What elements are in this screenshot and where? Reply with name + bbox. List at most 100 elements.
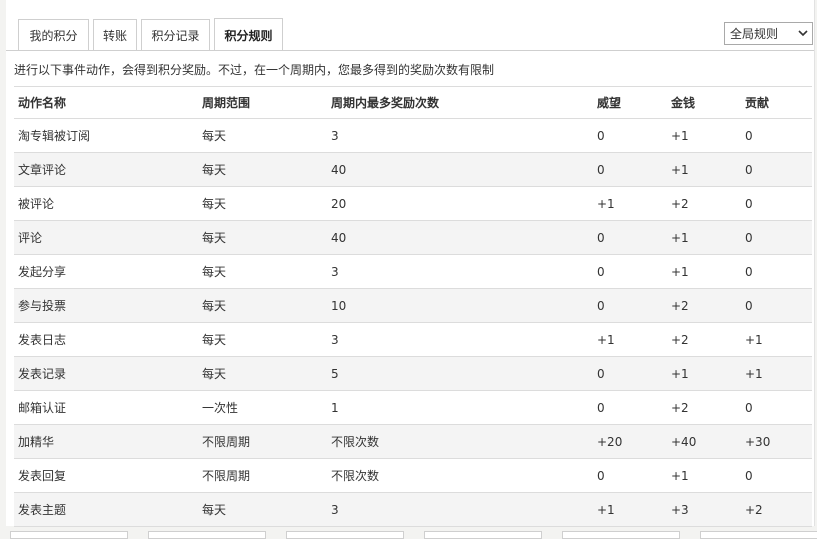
cell-money: +2 [667, 288, 741, 323]
cell-contribution: 0 [741, 152, 812, 187]
cell-cycle: 每天 [198, 322, 327, 357]
tab-divider [6, 50, 814, 51]
cell-cycle: 每天 [198, 118, 327, 153]
header-money: 金钱 [667, 86, 741, 119]
footer-button[interactable] [10, 531, 128, 539]
cell-money: +2 [667, 390, 741, 425]
cell-contribution: 0 [741, 288, 812, 323]
cell-money: +1 [667, 356, 741, 391]
cell-contribution: +1 [741, 322, 812, 357]
footer-button[interactable] [700, 531, 817, 539]
cell-cycle: 每天 [198, 288, 327, 323]
cell-max-rewards: 1 [327, 390, 593, 425]
header-max-rewards: 周期内最多奖励次数 [327, 86, 593, 119]
cell-money: +40 [667, 424, 741, 459]
cell-cycle: 不限周期 [198, 424, 327, 459]
cell-max-rewards: 5 [327, 356, 593, 391]
header-contribution: 贡献 [741, 86, 812, 119]
cell-max-rewards: 不限次数 [327, 424, 593, 459]
table-row: 发表主题 每天 3 +1 +3 +2 [14, 492, 812, 527]
cell-action-name: 发表主题 [14, 492, 198, 527]
header-prestige: 威望 [593, 86, 667, 119]
cell-money: +1 [667, 152, 741, 187]
cell-prestige: 0 [593, 220, 667, 255]
table-row: 发起分享 每天 3 0 +1 0 [14, 254, 812, 289]
cell-money: +3 [667, 492, 741, 527]
cell-cycle: 每天 [198, 356, 327, 391]
rules-intro-text: 进行以下事件动作，会得到积分奖励。不过，在一个周期内，您最多得到的奖励次数有限制 [14, 63, 495, 77]
cell-prestige: 0 [593, 288, 667, 323]
cell-money: +2 [667, 322, 741, 357]
cell-cycle: 每天 [198, 220, 327, 255]
chevron-down-icon [798, 30, 808, 37]
cell-money: +1 [667, 118, 741, 153]
tab-points-rules[interactable]: 积分规则 [214, 18, 283, 51]
table-row: 被评论 每天 20 +1 +2 0 [14, 186, 812, 221]
header-action-name: 动作名称 [14, 86, 198, 119]
cell-contribution: +30 [741, 424, 812, 459]
cell-prestige: +1 [593, 322, 667, 357]
cell-max-rewards: 3 [327, 254, 593, 289]
footer-button[interactable] [148, 531, 266, 539]
table-row: 淘专辑被订阅 每天 3 0 +1 0 [14, 118, 812, 153]
table-row: 邮箱认证 一次性 1 0 +2 0 [14, 390, 812, 425]
tab-points-log[interactable]: 积分记录 [141, 19, 210, 50]
table-row: 评论 每天 40 0 +1 0 [14, 220, 812, 255]
cell-action-name: 参与投票 [14, 288, 198, 323]
cell-cycle: 每天 [198, 152, 327, 187]
cell-contribution: 0 [741, 458, 812, 493]
cell-max-rewards: 3 [327, 118, 593, 153]
cell-money: +1 [667, 254, 741, 289]
cell-money: +1 [667, 458, 741, 493]
tab-label: 积分规则 [224, 28, 273, 43]
cell-contribution: +2 [741, 492, 812, 527]
cell-money: +2 [667, 186, 741, 221]
tab-label: 我的积分 [29, 28, 78, 43]
cell-max-rewards: 10 [327, 288, 593, 323]
cell-prestige: 0 [593, 356, 667, 391]
cell-contribution: 0 [741, 186, 812, 221]
cell-action-name: 被评论 [14, 186, 198, 221]
cell-max-rewards: 3 [327, 322, 593, 357]
cell-prestige: 0 [593, 254, 667, 289]
table-row: 加精华 不限周期 不限次数 +20 +40 +30 [14, 424, 812, 459]
cell-contribution: 0 [741, 220, 812, 255]
table-row: 参与投票 每天 10 0 +2 0 [14, 288, 812, 323]
cell-action-name: 淘专辑被订阅 [14, 118, 198, 153]
table-header-row: 动作名称 周期范围 周期内最多奖励次数 威望 金钱 贡献 [14, 86, 812, 119]
footer-button[interactable] [424, 531, 542, 539]
cell-action-name: 文章评论 [14, 152, 198, 187]
points-rules-table: 动作名称 周期范围 周期内最多奖励次数 威望 金钱 贡献 淘专辑被订阅 每天 3 0 +… [14, 86, 812, 527]
cell-prestige: 0 [593, 458, 667, 493]
rule-scope-select[interactable]: 全局规则 [724, 22, 813, 45]
cell-prestige: 0 [593, 152, 667, 187]
cell-money: +1 [667, 220, 741, 255]
cell-prestige: +1 [593, 492, 667, 527]
cell-max-rewards: 20 [327, 186, 593, 221]
cell-cycle: 每天 [198, 254, 327, 289]
footer-button[interactable] [286, 531, 404, 539]
cell-contribution: 0 [741, 254, 812, 289]
cell-action-name: 发起分享 [14, 254, 198, 289]
cell-action-name: 邮箱认证 [14, 390, 198, 425]
table-row: 发表日志 每天 3 +1 +2 +1 [14, 322, 812, 357]
cell-cycle: 不限周期 [198, 458, 327, 493]
cell-contribution: 0 [741, 390, 812, 425]
cell-prestige: 0 [593, 390, 667, 425]
cell-action-name: 发表记录 [14, 356, 198, 391]
table-row: 文章评论 每天 40 0 +1 0 [14, 152, 812, 187]
tab-transfer[interactable]: 转账 [93, 19, 137, 50]
tab-label: 转账 [102, 28, 127, 43]
footer-button[interactable] [562, 531, 680, 539]
cell-action-name: 评论 [14, 220, 198, 255]
cell-action-name: 发表日志 [14, 322, 198, 357]
cell-action-name: 加精华 [14, 424, 198, 459]
tab-my-points[interactable]: 我的积分 [18, 19, 89, 50]
cell-cycle: 每天 [198, 492, 327, 527]
cell-contribution: 0 [741, 118, 812, 153]
cell-prestige: +20 [593, 424, 667, 459]
cell-prestige: 0 [593, 118, 667, 153]
cell-max-rewards: 40 [327, 152, 593, 187]
cell-prestige: +1 [593, 186, 667, 221]
tab-label: 积分记录 [151, 28, 200, 43]
